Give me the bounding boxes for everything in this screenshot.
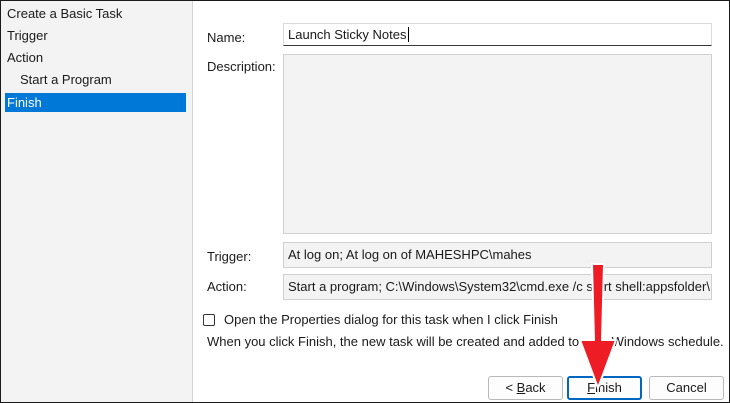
trigger-summary-field: At log on; At log on of MAHESHPC\mahes: [283, 242, 712, 268]
back-button-label: ack: [525, 380, 546, 395]
finish-button-mnemonic: F: [587, 380, 596, 395]
open-properties-checkbox[interactable]: [203, 314, 215, 326]
create-basic-task-wizard: Create a Basic Task Trigger Action Start…: [0, 0, 730, 403]
action-label: Action:: [207, 279, 247, 294]
finish-info-text: When you click Finish, the new task will…: [207, 334, 724, 349]
action-summary-field: Start a program; C:\Windows\System32\cmd…: [283, 274, 712, 300]
back-button[interactable]: < Back: [488, 376, 563, 400]
name-input[interactable]: Launch Sticky Notes: [283, 23, 712, 46]
name-label: Name:: [207, 30, 246, 45]
wizard-step-finish[interactable]: Finish: [5, 93, 186, 112]
text-caret: [407, 27, 409, 42]
trigger-label: Trigger:: [207, 249, 252, 264]
cancel-button[interactable]: Cancel: [649, 376, 724, 400]
description-label: Description:: [207, 59, 276, 74]
back-button-prefix: <: [505, 380, 517, 395]
name-input-value: Launch Sticky Notes: [288, 27, 407, 42]
open-properties-option[interactable]: Open the Properties dialog for this task…: [203, 312, 558, 328]
wizard-step-start-a-program[interactable]: Start a Program: [20, 70, 112, 89]
finish-button-label: inish: [595, 380, 622, 395]
wizard-step-trigger[interactable]: Trigger: [7, 26, 48, 45]
description-textarea[interactable]: [283, 54, 712, 234]
open-properties-label: Open the Properties dialog for this task…: [224, 312, 558, 327]
wizard-step-create-basic-task[interactable]: Create a Basic Task: [7, 4, 122, 23]
wizard-steps-pane: Create a Basic Task Trigger Action Start…: [1, 1, 193, 402]
wizard-step-action[interactable]: Action: [7, 48, 43, 67]
finish-button[interactable]: Finish: [567, 376, 642, 400]
